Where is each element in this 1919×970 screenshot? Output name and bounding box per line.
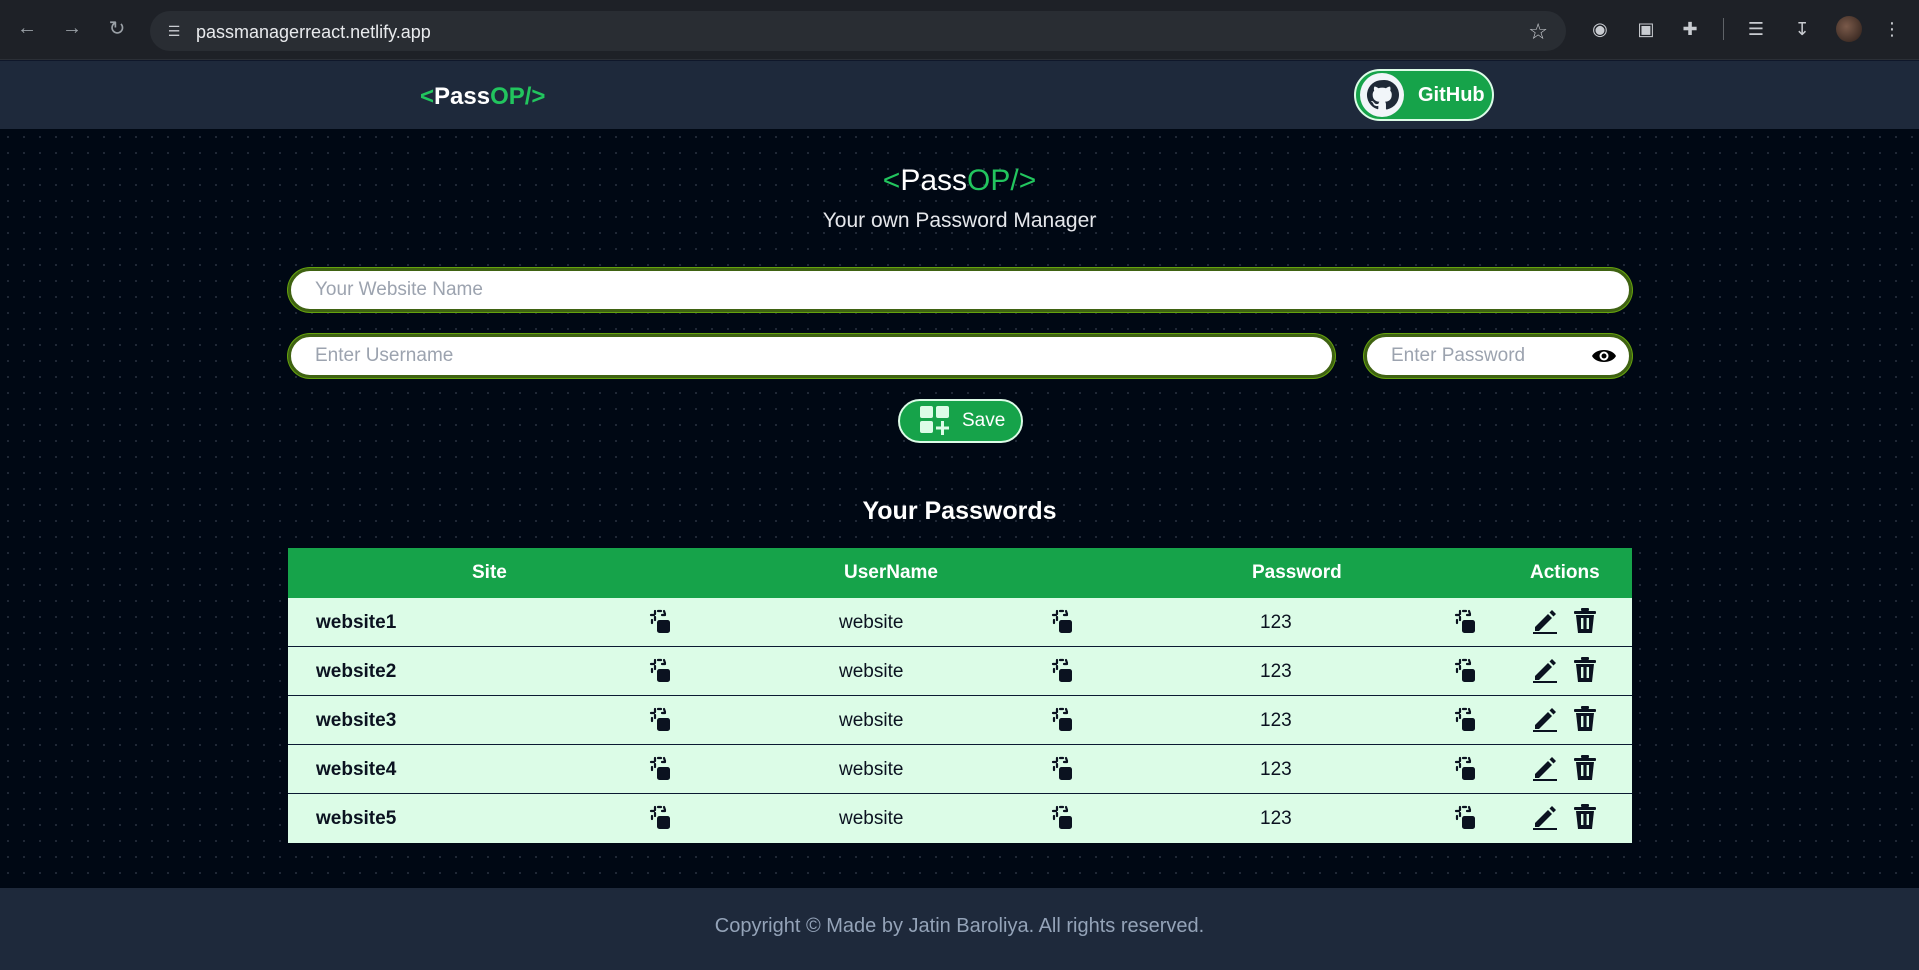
table-row: website4 website 123 <box>288 745 1632 794</box>
main-content: <PassOP/> Your own Password Manager Save… <box>0 129 1919 888</box>
copy-site-icon[interactable] <box>648 756 674 782</box>
add-grid-icon <box>920 406 949 435</box>
page-title: <PassOP/> <box>0 164 1919 198</box>
delete-trash-icon[interactable] <box>1571 607 1599 635</box>
copy-username-icon[interactable] <box>1050 707 1076 733</box>
passwords-heading: Your Passwords <box>862 497 1057 525</box>
header-password: Password <box>1252 562 1342 583</box>
table-row: website2 website 123 <box>288 647 1632 696</box>
copy-username-icon[interactable] <box>1050 756 1076 782</box>
delete-trash-icon[interactable] <box>1571 656 1599 684</box>
username-cell: website <box>839 612 904 633</box>
github-button[interactable]: GitHub <box>1354 69 1494 121</box>
table-body: website1 website 123 website2 website 123 webs… <box>288 598 1632 843</box>
logo-pass: Pass <box>434 83 491 110</box>
copy-site-icon[interactable] <box>648 805 674 831</box>
title-bracket: < <box>882 164 901 197</box>
username-input[interactable] <box>291 337 1332 375</box>
delete-trash-icon[interactable] <box>1571 803 1599 831</box>
username-cell: website <box>839 808 904 829</box>
site-cell: website5 <box>316 808 397 829</box>
copy-password-icon[interactable] <box>1453 609 1479 635</box>
table-row: website5 website 123 <box>288 794 1632 843</box>
username-cell: website <box>839 759 904 780</box>
logo-bracket: < <box>420 83 435 110</box>
address-bar[interactable]: ☰ passmanagerreact.netlify.app ☆ <box>150 11 1566 51</box>
copy-username-icon[interactable] <box>1050 658 1076 684</box>
password-field[interactable] <box>1364 334 1632 378</box>
url-text[interactable]: passmanagerreact.netlify.app <box>196 22 431 43</box>
navbar-logo[interactable]: <PassOP/> <box>420 83 545 111</box>
copy-password-icon[interactable] <box>1453 658 1479 684</box>
table-row: website3 website 123 <box>288 696 1632 745</box>
title-pass: Pass <box>900 164 968 197</box>
site-cell: website2 <box>316 661 397 682</box>
username-field[interactable] <box>288 334 1335 378</box>
edit-icon[interactable] <box>1531 607 1559 635</box>
website-input[interactable] <box>291 271 1629 309</box>
site-settings-icon[interactable]: ☰ <box>164 21 184 41</box>
profile-avatar[interactable] <box>1836 16 1862 42</box>
edit-icon[interactable] <box>1531 705 1559 733</box>
title-op: OP/> <box>967 164 1037 197</box>
copyright-text: Copyright © Made by Jatin Baroliya. All … <box>714 915 1205 937</box>
media-control-icon[interactable]: ☰ <box>1742 15 1770 43</box>
header-actions: Actions <box>1530 562 1600 583</box>
copy-password-icon[interactable] <box>1453 805 1479 831</box>
logo-op: OP/> <box>490 83 546 110</box>
github-label: GitHub <box>1418 83 1485 106</box>
reload-icon[interactable]: ↻ <box>102 13 132 43</box>
password-cell: 123 <box>1260 661 1292 682</box>
copy-password-icon[interactable] <box>1453 707 1479 733</box>
edit-icon[interactable] <box>1531 754 1559 782</box>
copy-username-icon[interactable] <box>1050 609 1076 635</box>
toolbar-divider <box>1723 18 1724 40</box>
passwords-table: Site UserName Password Actions website1 w… <box>288 548 1632 843</box>
copy-site-icon[interactable] <box>648 609 674 635</box>
password-cell: 123 <box>1260 710 1292 731</box>
show-password-eye-icon[interactable] <box>1591 346 1617 366</box>
header-site: Site <box>472 562 507 583</box>
save-label: Save <box>962 410 1006 431</box>
camera-icon[interactable]: ◉ <box>1586 15 1614 43</box>
browser-toolbar: ← → ↻ ☰ passmanagerreact.netlify.app ☆ ◉… <box>0 0 1919 60</box>
site-cell: website3 <box>316 710 397 731</box>
menu-kebab-icon[interactable]: ⋮ <box>1878 15 1906 43</box>
username-cell: website <box>839 661 904 682</box>
forward-icon[interactable]: → <box>57 13 87 43</box>
download-icon[interactable]: ↧ <box>1788 15 1816 43</box>
copy-username-icon[interactable] <box>1050 805 1076 831</box>
table-header: Site UserName Password Actions <box>288 548 1632 598</box>
app-navbar: <PassOP/> GitHub <box>0 61 1919 129</box>
delete-trash-icon[interactable] <box>1571 705 1599 733</box>
copy-site-icon[interactable] <box>648 707 674 733</box>
bookmark-star-icon[interactable]: ☆ <box>1528 19 1548 45</box>
site-cell: website4 <box>316 759 397 780</box>
extension-app-icon[interactable]: ▣ <box>1632 15 1660 43</box>
site-cell: website1 <box>316 612 397 633</box>
password-input[interactable] <box>1367 337 1629 375</box>
header-username: UserName <box>844 562 938 583</box>
website-field[interactable] <box>288 268 1632 312</box>
page-subtitle: Your own Password Manager <box>822 209 1097 232</box>
save-button[interactable]: Save <box>898 399 1023 443</box>
edit-icon[interactable] <box>1531 803 1559 831</box>
extensions-puzzle-icon[interactable]: ✚ <box>1676 15 1704 43</box>
edit-icon[interactable] <box>1531 656 1559 684</box>
delete-trash-icon[interactable] <box>1571 754 1599 782</box>
password-cell: 123 <box>1260 612 1292 633</box>
copy-site-icon[interactable] <box>648 658 674 684</box>
copy-password-icon[interactable] <box>1453 756 1479 782</box>
password-cell: 123 <box>1260 808 1292 829</box>
username-cell: website <box>839 710 904 731</box>
table-row: website1 website 123 <box>288 598 1632 647</box>
password-cell: 123 <box>1260 759 1292 780</box>
back-icon[interactable]: ← <box>12 13 42 43</box>
footer: Copyright © Made by Jatin Baroliya. All … <box>0 888 1919 970</box>
github-icon <box>1360 73 1404 117</box>
